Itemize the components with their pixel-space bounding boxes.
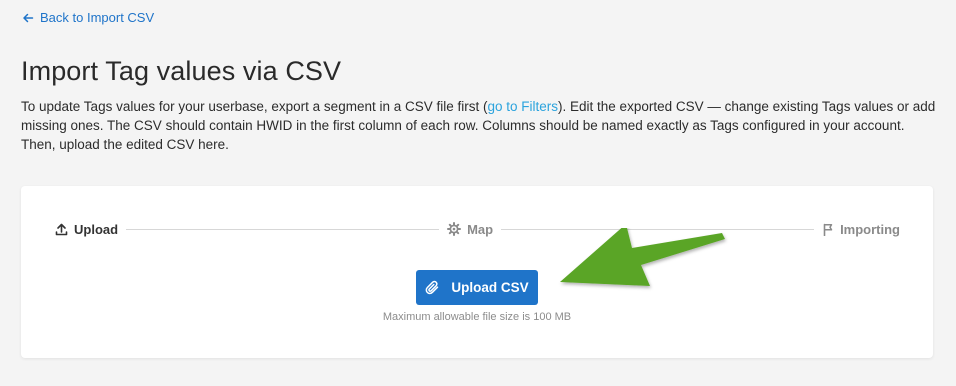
upload-csv-label: Upload CSV xyxy=(451,280,529,295)
upload-csv-button[interactable]: Upload CSV xyxy=(416,270,538,305)
step-upload: Upload xyxy=(55,222,118,237)
description-text-start: To update Tags values for your userbase,… xyxy=(21,99,488,114)
upload-icon xyxy=(55,223,68,236)
step-importing-label: Importing xyxy=(840,221,900,237)
step-upload-label: Upload xyxy=(74,221,119,237)
flag-icon xyxy=(822,223,834,236)
step-importing: Importing xyxy=(822,222,900,237)
import-steps: Upload Map Importing xyxy=(55,220,900,238)
step-connector xyxy=(126,228,440,230)
back-link-label: Back to Import CSV xyxy=(40,10,155,25)
step-map-label: Map xyxy=(467,221,494,237)
step-connector xyxy=(501,228,815,230)
arrow-left-icon xyxy=(22,12,34,24)
paperclip-icon xyxy=(425,280,441,296)
import-card: Upload Map Importing Upload CSV Maximum … xyxy=(21,186,933,358)
page-description: To update Tags values for your userbase,… xyxy=(21,97,941,154)
back-to-import-link[interactable]: Back to Import CSV xyxy=(22,10,154,25)
go-to-filters-link[interactable]: go to Filters xyxy=(488,99,559,114)
step-map: Map xyxy=(447,222,493,237)
page-title: Import Tag values via CSV xyxy=(21,56,342,86)
gear-icon xyxy=(447,222,462,236)
file-size-hint: Maximum allowable file size is 100 MB xyxy=(382,311,572,323)
